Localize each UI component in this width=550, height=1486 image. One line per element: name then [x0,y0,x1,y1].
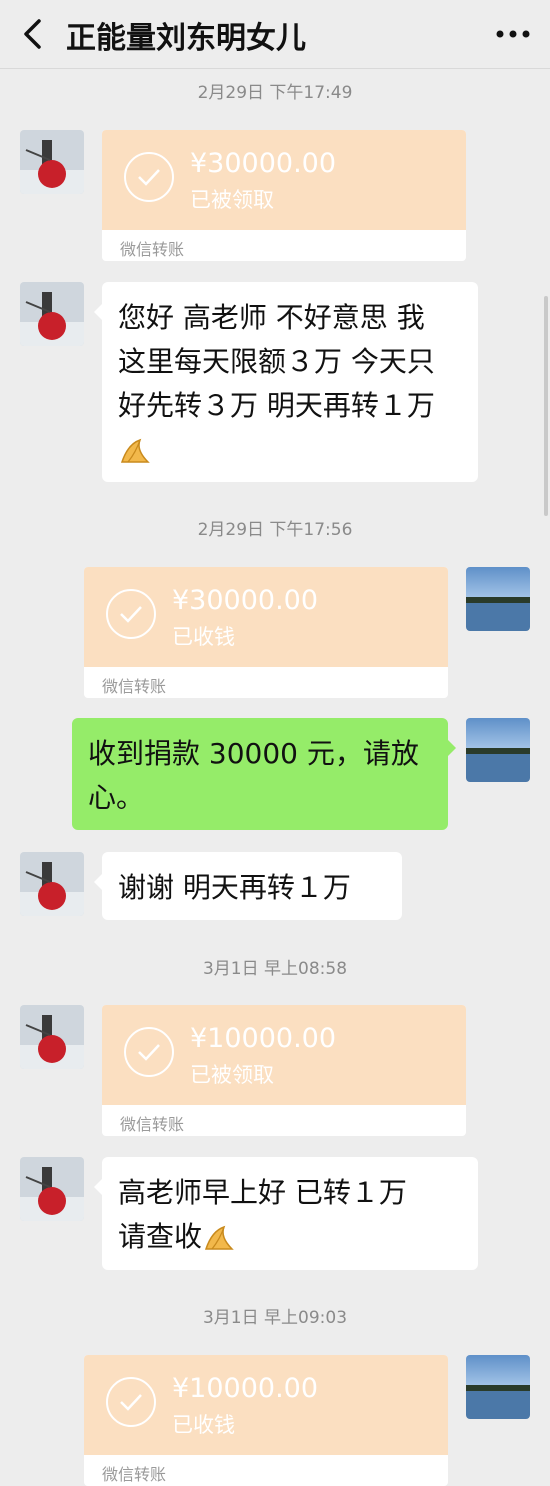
check-circle-icon [124,152,174,202]
self-avatar[interactable] [466,567,530,631]
self-avatar[interactable] [466,1355,530,1419]
message-line: 您好 高老师 不好意思 我 [118,301,425,334]
message-line: 这里每天限额３万 今天只 [118,345,435,378]
transfer-status: 已被领取 [190,188,274,212]
transfer-amount: ¥30000.00 [172,585,319,616]
contact-avatar[interactable] [20,852,84,916]
message-line: 好先转３万 明天再转１万 [118,389,435,422]
transfer-label: 微信转账 [102,1465,167,1484]
timestamp: 2月29日 下午17:56 [197,520,353,540]
transfer-label: 微信转账 [120,240,185,259]
transfer-status: 已被领取 [190,1063,274,1087]
transfer-card[interactable]: ¥10000.00 已被领取 微信转账 [102,1005,466,1136]
chat-title: 正能量刘东明女儿 [66,21,306,56]
message-bubble[interactable]: 高老师早上好 已转１万 请查收 [94,1157,478,1270]
transfer-label: 微信转账 [120,1115,185,1134]
message-line: 高老师早上好 已转１万 [118,1176,407,1209]
chat-header: 正能量刘东明女儿 [0,0,550,69]
message-bubble[interactable]: 您好 高老师 不好意思 我 这里每天限额３万 今天只 好先转３万 明天再转１万 [94,282,478,482]
transfer-label: 微信转账 [102,677,167,696]
transfer-amount: ¥10000.00 [190,1023,337,1054]
transfer-amount: ¥10000.00 [172,1373,319,1404]
transfer-card[interactable]: ¥30000.00 已被领取 微信转账 [102,130,466,261]
contact-avatar[interactable] [20,282,84,346]
timestamp: 3月1日 早上09:03 [202,1308,348,1328]
check-circle-icon [106,589,156,639]
contact-avatar[interactable] [20,1005,84,1069]
transfer-status: 已收钱 [172,1413,235,1437]
message-bubble[interactable]: 收到捐款 30000 元，请放 心。 [72,718,456,830]
back-arrow-icon[interactable] [14,16,50,52]
check-circle-icon [124,1027,174,1077]
message-line: 谢谢 明天再转１万 [118,871,351,904]
contact-avatar[interactable] [20,130,84,194]
timestamp: 3月1日 早上08:58 [202,959,348,979]
transfer-card[interactable]: ¥10000.00 已收钱 微信转账 [84,1355,448,1486]
pressed-hands-emoji-icon [202,1220,238,1253]
more-dots-icon[interactable] [492,16,534,52]
message-line: 请查收 [118,1220,203,1253]
pressed-hands-emoji-icon [118,428,462,472]
message-line: 心。 [88,781,145,814]
transfer-status: 已收钱 [172,625,235,649]
check-circle-icon [106,1377,156,1427]
timestamp: 2月29日 下午17:49 [197,83,353,103]
transfer-amount: ¥30000.00 [190,148,337,179]
scrollbar[interactable] [544,296,548,516]
contact-avatar[interactable] [20,1157,84,1221]
message-bubble[interactable]: 谢谢 明天再转１万 [94,852,402,920]
self-avatar[interactable] [466,718,530,782]
transfer-card[interactable]: ¥30000.00 已收钱 微信转账 [84,567,448,698]
message-line: 收到捐款 30000 元，请放 [88,737,419,770]
